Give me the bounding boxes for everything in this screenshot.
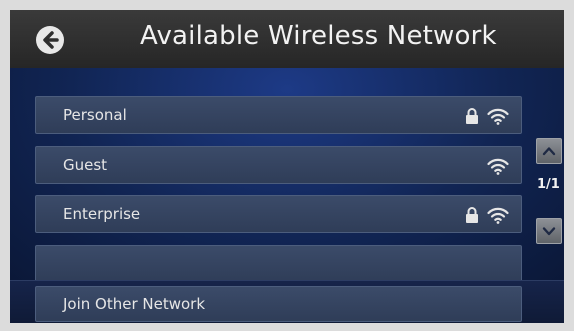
wifi-icon <box>487 207 509 224</box>
page-title: Available Wireless Network <box>140 21 497 51</box>
network-status-icons <box>487 156 509 176</box>
network-name: Personal <box>63 106 127 124</box>
network-name: Guest <box>63 156 108 174</box>
wifi-icon <box>487 158 509 175</box>
join-other-network-button[interactable]: Join Other Network <box>35 286 522 322</box>
network-status-icons <box>465 205 509 225</box>
chevron-down-icon <box>542 227 556 236</box>
network-name: Enterprise <box>63 205 141 223</box>
footer-bar: Join Other Network <box>10 280 564 323</box>
wireless-network-screen: Available Wireless Network Personal Gues… <box>10 10 564 323</box>
network-list-area: Personal Guest Enterprise <box>10 68 564 283</box>
page-down-button[interactable] <box>536 218 562 244</box>
lock-icon <box>466 207 478 223</box>
back-button[interactable] <box>36 26 64 54</box>
chevron-up-icon <box>542 147 556 156</box>
network-row-guest[interactable]: Guest <box>35 146 522 184</box>
network-status-icons <box>465 106 509 126</box>
back-arrow-icon <box>43 31 59 49</box>
network-row-empty[interactable] <box>35 245 522 283</box>
page-up-button[interactable] <box>536 138 562 164</box>
header-bar: Available Wireless Network <box>10 10 564 68</box>
network-row-personal[interactable]: Personal <box>35 96 522 134</box>
join-other-network-label: Join Other Network <box>63 295 206 313</box>
network-row-enterprise[interactable]: Enterprise <box>35 195 522 233</box>
lock-icon <box>466 108 478 124</box>
page-indicator: 1/1 <box>537 177 560 192</box>
wifi-icon <box>487 108 509 125</box>
